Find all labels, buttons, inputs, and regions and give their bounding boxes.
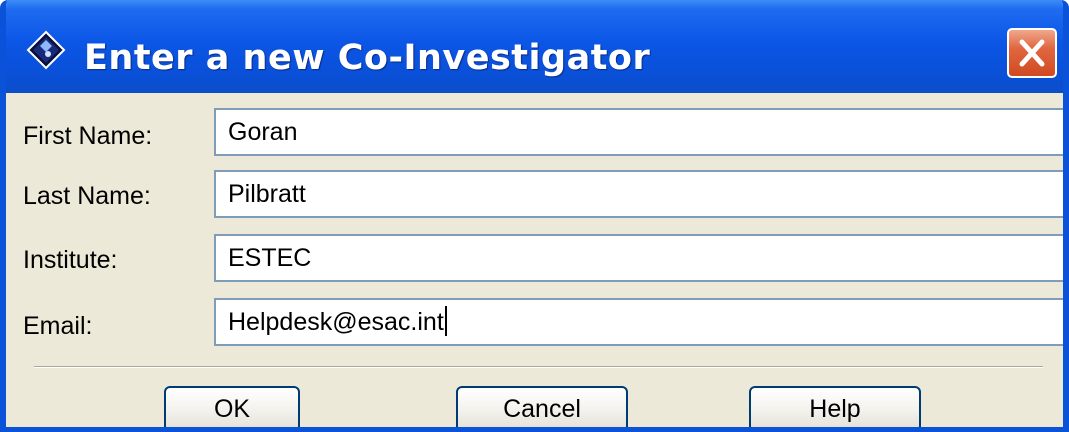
dialog-title: Enter a new Co-Investigator <box>84 38 651 78</box>
title-bar[interactable]: Enter a new Co-Investigator <box>6 0 1063 93</box>
email-field[interactable]: Helpdesk@esac.int <box>214 298 1063 346</box>
help-button[interactable]: Help <box>749 386 921 427</box>
text-cursor <box>444 306 447 336</box>
institute-label: Institute: <box>23 246 118 274</box>
first-name-label: First Name: <box>23 122 153 150</box>
first-name-field[interactable]: Goran <box>214 108 1063 156</box>
ok-button[interactable]: OK <box>164 386 300 427</box>
email-label: Email: <box>23 312 93 340</box>
dialog-window: Enter a new Co-Investigator First Name: … <box>0 0 1069 432</box>
button-separator <box>34 366 1043 368</box>
institute-value: ESTEC <box>228 244 312 272</box>
close-x-icon[interactable] <box>1007 28 1057 78</box>
last-name-value: Pilbratt <box>228 180 306 208</box>
app-diamond-icon <box>26 30 66 70</box>
institute-field[interactable]: ESTEC <box>214 234 1063 282</box>
last-name-field[interactable]: Pilbratt <box>214 170 1063 218</box>
cancel-button[interactable]: Cancel <box>456 386 628 427</box>
email-value: Helpdesk@esac.int <box>228 308 444 336</box>
first-name-value: Goran <box>228 118 298 146</box>
last-name-label: Last Name: <box>23 182 151 210</box>
